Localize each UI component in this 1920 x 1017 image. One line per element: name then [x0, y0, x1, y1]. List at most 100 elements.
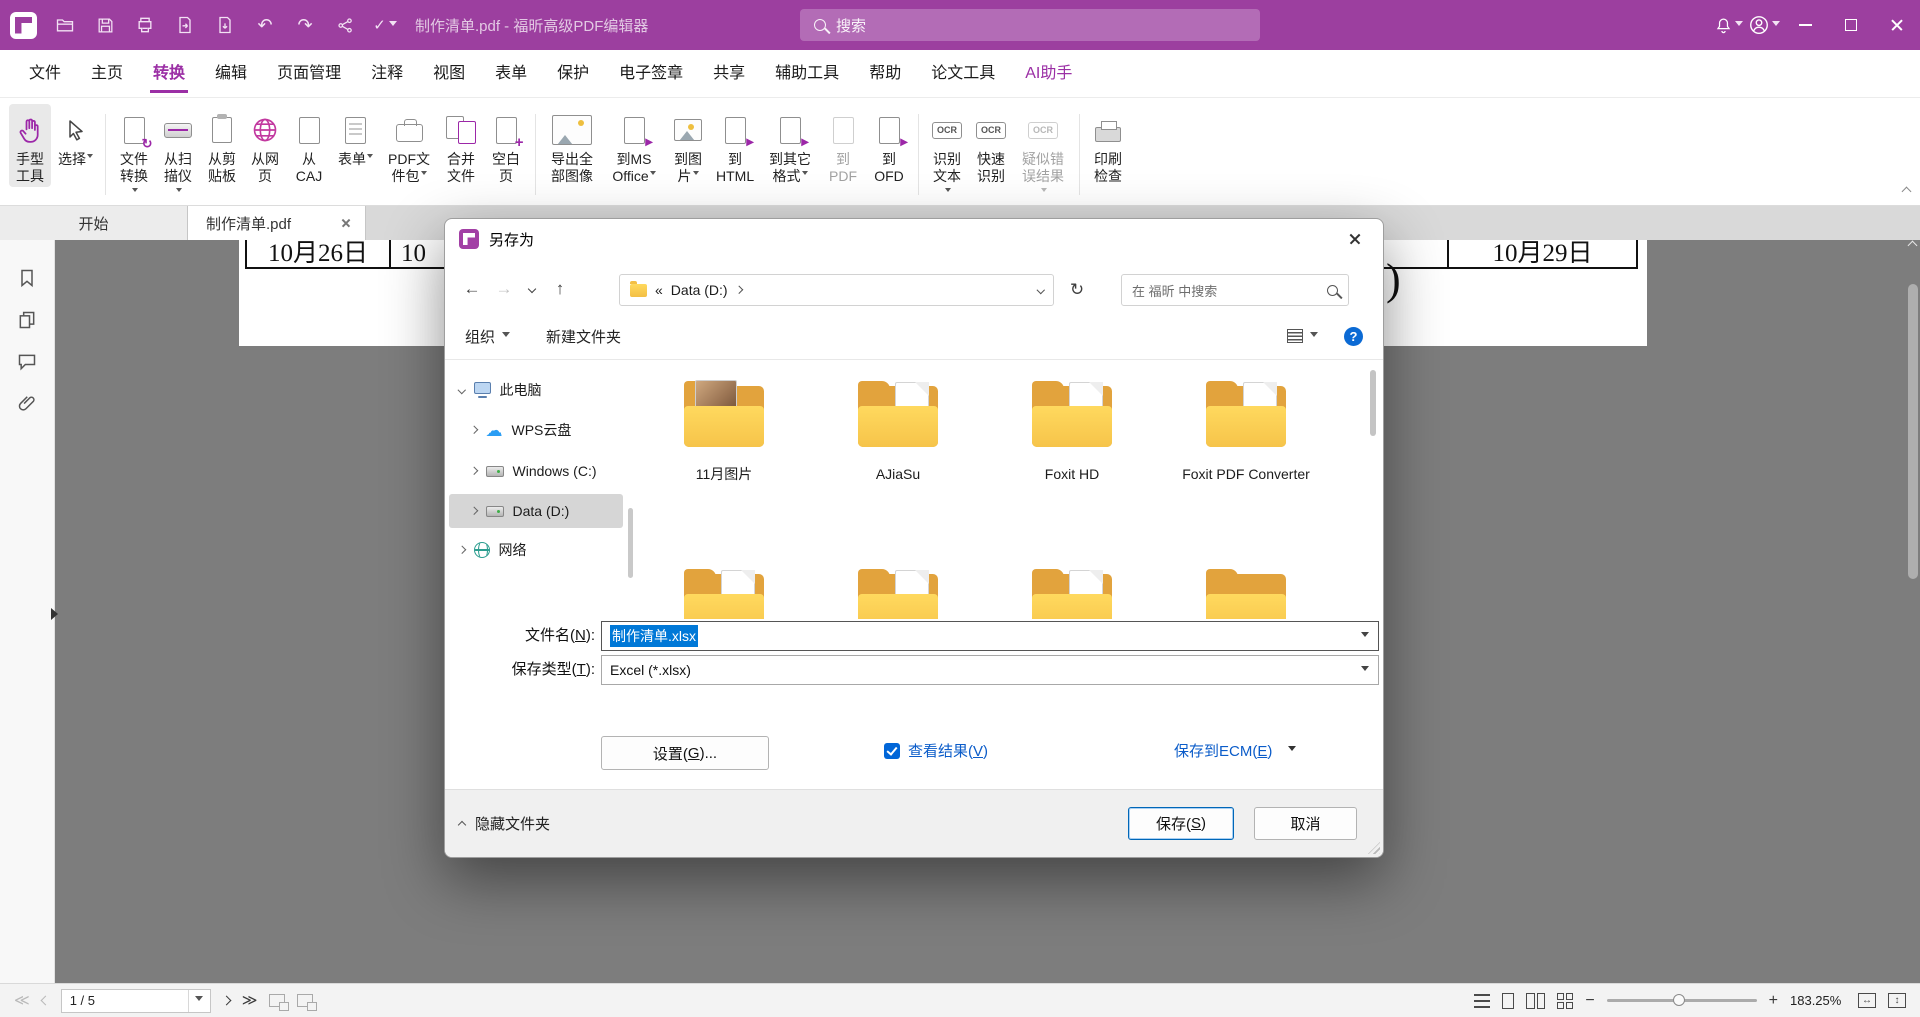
save-button[interactable] — [87, 7, 123, 43]
ribbon-button-to-other-formats[interactable]: ▸ 到其它格式 — [761, 104, 819, 187]
ribbon-button-quick-ocr[interactable]: OCR 快速识别 — [970, 104, 1012, 187]
recent-locations-button[interactable] — [521, 273, 543, 305]
dialog-search-box[interactable]: 在 福昕 中搜索 — [1121, 274, 1349, 306]
menu-paper-tools[interactable]: 论文工具 — [916, 50, 1010, 98]
menu-edit[interactable]: 编辑 — [200, 50, 262, 98]
change-view-button[interactable] — [1287, 329, 1318, 343]
zoom-out-button[interactable]: − — [1585, 992, 1594, 1010]
zoom-slider[interactable] — [1607, 999, 1757, 1002]
hide-folders-button[interactable]: 隐藏文件夹 — [459, 813, 550, 834]
folder-item[interactable]: Foxit PDF Converter — [1159, 380, 1333, 483]
minimize-button[interactable] — [1782, 0, 1828, 50]
chevron-down-icon[interactable] — [458, 386, 466, 394]
tree-scrollbar[interactable] — [628, 508, 633, 578]
ribbon-button-pdf-portfolio[interactable]: PDF文件包 — [380, 104, 438, 187]
folder-item[interactable] — [1159, 568, 1333, 619]
open-file-button[interactable] — [47, 7, 83, 43]
menu-file[interactable]: 文件 — [14, 50, 76, 98]
notifications-button[interactable] — [1710, 7, 1746, 43]
menu-convert[interactable]: 转换 — [138, 50, 200, 98]
ribbon-button-file-convert[interactable]: ↻ 文件转换 — [113, 104, 155, 204]
comments-panel-button[interactable] — [17, 352, 37, 372]
share-button[interactable] — [327, 7, 363, 43]
ribbon-button-from-caj[interactable]: 从CAJ — [287, 104, 331, 187]
filetype-select[interactable]: Excel (*.xlsx) — [601, 655, 1379, 685]
collapse-ribbon-button[interactable] — [1902, 187, 1912, 197]
breadcrumb-path[interactable]: Data (D:) — [671, 282, 728, 298]
menu-help[interactable]: 帮助 — [854, 50, 916, 98]
previous-page-button[interactable] — [40, 996, 50, 1006]
crumb-collapsed[interactable]: « — [655, 282, 663, 298]
help-button[interactable]: ? — [1344, 327, 1363, 346]
ribbon-button-blank-page[interactable]: + 空白页 — [484, 104, 528, 187]
nav-back-button[interactable]: ← — [457, 273, 487, 305]
customize-toolbar-button[interactable]: ✓ — [367, 7, 403, 43]
address-history-icon[interactable] — [1036, 286, 1044, 294]
ribbon-button-form[interactable]: 表单 — [333, 104, 378, 170]
last-page-button[interactable]: ≫ — [242, 993, 258, 1008]
menu-page-management[interactable]: 页面管理 — [262, 50, 356, 98]
facing-page-view-icon[interactable] — [1526, 993, 1545, 1009]
refresh-button[interactable]: ↻ — [1061, 274, 1093, 306]
ribbon-button-from-clipboard[interactable]: 从剪贴板 — [201, 104, 243, 187]
ribbon-button-to-pdf[interactable]: 到PDF — [821, 104, 865, 187]
close-tab-icon[interactable] — [341, 218, 351, 228]
scroll-up-icon[interactable] — [1908, 241, 1918, 251]
page-number-box[interactable]: 1 / 5 — [61, 989, 211, 1013]
ribbon-button-hand-tool[interactable]: 手型工具 — [9, 104, 51, 187]
global-search-box[interactable]: 搜索 — [800, 9, 1260, 41]
checkbox-checked-icon[interactable] — [884, 743, 900, 759]
ribbon-button-ocr-suspects[interactable]: OCR 疑似错误结果 — [1014, 104, 1072, 204]
pages-panel-button[interactable] — [17, 310, 37, 330]
save-button[interactable]: 保存(S) — [1128, 807, 1234, 840]
cancel-button[interactable]: 取消 — [1254, 807, 1357, 840]
undo-button[interactable]: ↶ — [247, 7, 283, 43]
tab-start[interactable]: 开始 — [0, 206, 188, 240]
menu-form[interactable]: 表单 — [480, 50, 542, 98]
tree-item-windows-c[interactable]: Windows (C:) — [449, 454, 623, 488]
tree-item-network[interactable]: 网络 — [449, 533, 623, 567]
ribbon-button-to-ofd[interactable]: ▸ 到OFD — [867, 104, 911, 187]
attachments-panel-button[interactable] — [17, 394, 37, 414]
ribbon-button-to-image[interactable]: 到图片 — [667, 104, 709, 187]
nav-up-button[interactable]: ↑ — [545, 273, 575, 305]
menu-protect[interactable]: 保护 — [542, 50, 604, 98]
expand-panel-handle[interactable] — [51, 608, 58, 620]
ribbon-button-ocr-text[interactable]: OCR 识别文本 — [926, 104, 968, 204]
email-button[interactable] — [167, 7, 203, 43]
view-result-option[interactable]: 查看结果(V) — [884, 740, 988, 761]
menu-accessibility[interactable]: 辅助工具 — [760, 50, 854, 98]
chevron-right-icon[interactable] — [470, 507, 478, 515]
ribbon-button-print-check[interactable]: 印刷检查 — [1087, 104, 1129, 187]
new-folder-button[interactable]: 新建文件夹 — [546, 326, 621, 347]
organize-button[interactable]: 组织 — [465, 326, 510, 347]
filename-dropdown-button[interactable] — [1352, 622, 1378, 650]
first-page-button[interactable]: ≪ — [14, 993, 30, 1008]
zoom-in-button[interactable]: + — [1769, 992, 1778, 1010]
folder-item[interactable]: Foxit HD — [985, 380, 1159, 483]
single-page-view-icon[interactable] — [1502, 993, 1514, 1009]
maximize-button[interactable] — [1828, 0, 1874, 50]
print-button[interactable] — [127, 7, 163, 43]
settings-button[interactable]: 设置(G)... — [601, 736, 769, 770]
ribbon-button-from-web[interactable]: 从网页 — [245, 104, 285, 187]
menu-home[interactable]: 主页 — [76, 50, 138, 98]
thumbnail-view-icon[interactable] — [1557, 993, 1573, 1009]
tree-item-this-pc[interactable]: 此电脑 — [449, 373, 623, 407]
tab-document[interactable]: 制作清单.pdf — [188, 206, 366, 240]
address-bar[interactable]: « Data (D:) — [619, 274, 1054, 306]
convert-button[interactable] — [207, 7, 243, 43]
nav-forward-button[interactable]: → — [489, 273, 519, 305]
dialog-close-button[interactable] — [1333, 219, 1377, 259]
page-dropdown-button[interactable] — [188, 990, 210, 1012]
list-scrollbar[interactable] — [1370, 370, 1376, 436]
next-page-button[interactable] — [221, 996, 231, 1006]
menu-view[interactable]: 视图 — [418, 50, 480, 98]
menu-share[interactable]: 共享 — [698, 50, 760, 98]
close-window-button[interactable] — [1874, 0, 1920, 50]
redo-button[interactable]: ↷ — [287, 7, 323, 43]
folder-item[interactable] — [811, 568, 985, 619]
tree-item-data-d[interactable]: Data (D:) — [449, 494, 623, 528]
folder-item[interactable]: 11月图片 — [637, 380, 811, 483]
ribbon-button-merge-files[interactable]: 合并文件 — [440, 104, 482, 187]
